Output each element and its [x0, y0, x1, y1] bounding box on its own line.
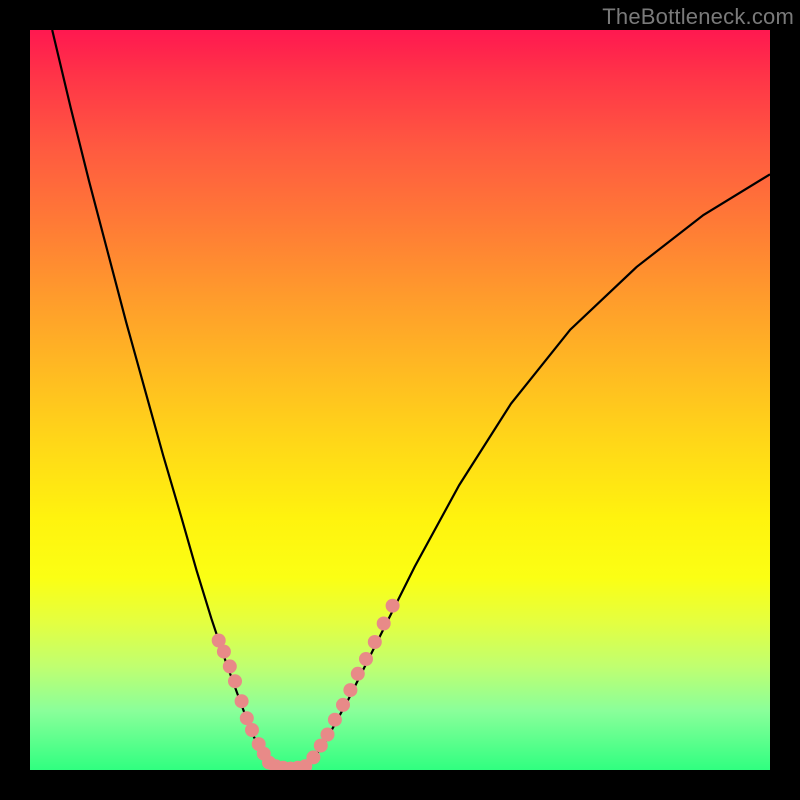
- highlight-dot: [245, 723, 259, 737]
- highlight-dot: [351, 667, 365, 681]
- chart-svg: [30, 30, 770, 770]
- highlight-dot: [217, 645, 231, 659]
- plot-area: [30, 30, 770, 770]
- highlight-dot: [368, 635, 382, 649]
- highlight-dot: [336, 698, 350, 712]
- highlight-dot: [228, 674, 242, 688]
- highlight-dot: [343, 683, 357, 697]
- highlight-dot: [306, 750, 320, 764]
- chart-frame: TheBottleneck.com: [0, 0, 800, 800]
- highlight-dot: [328, 713, 342, 727]
- highlight-dot: [359, 652, 373, 666]
- curve-left-branch: [52, 30, 274, 766]
- highlight-dot: [235, 694, 249, 708]
- watermark-label: TheBottleneck.com: [602, 4, 794, 30]
- highlight-dot: [321, 728, 335, 742]
- highlight-dot: [377, 617, 391, 631]
- curve-right-branch: [308, 174, 771, 767]
- highlight-dot: [386, 599, 400, 613]
- marker-group: [212, 599, 400, 770]
- highlight-dot: [223, 659, 237, 673]
